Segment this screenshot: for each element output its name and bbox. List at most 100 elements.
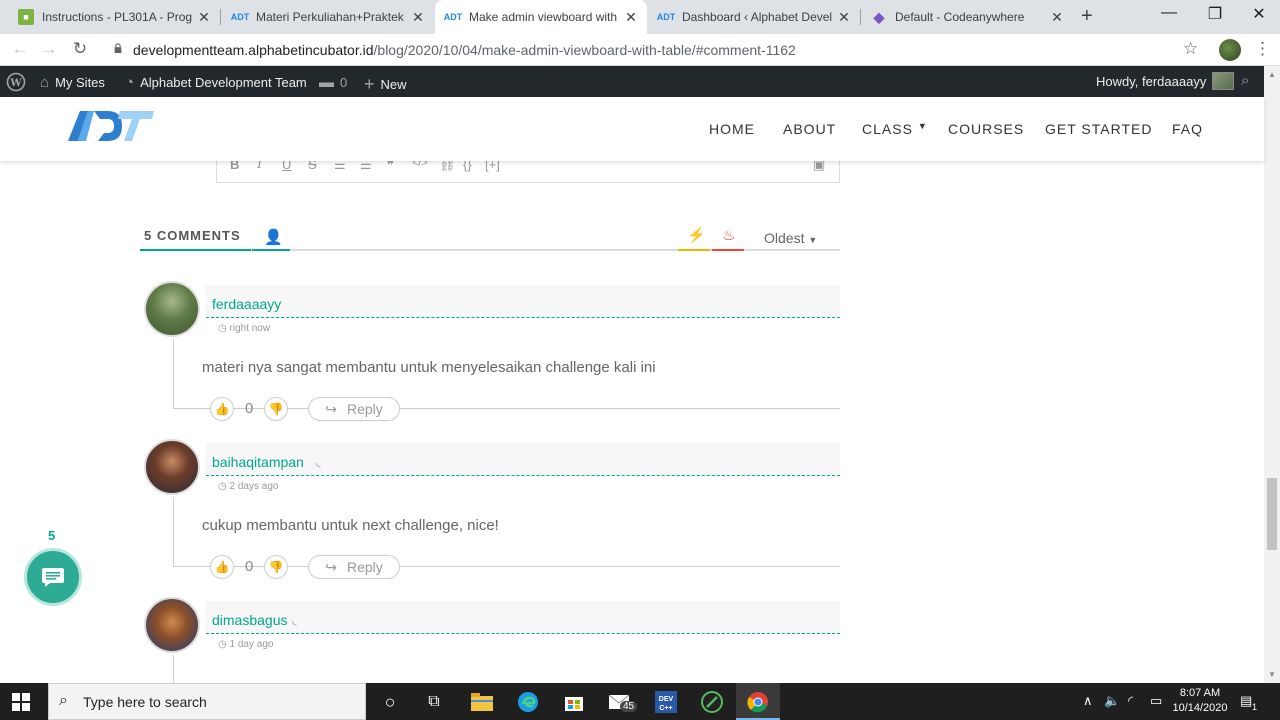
code-block-icon[interactable]: {} xyxy=(463,161,472,172)
thread-line xyxy=(173,339,174,409)
vote-count: 0 xyxy=(245,558,254,575)
tab-title: Dashboard ‹ Alphabet Develop xyxy=(682,10,832,24)
windows-taskbar: ⌕ Type here to search ○ ⧉ 45 DEV C++ ∧ 🔈 … xyxy=(0,683,1280,720)
italic-icon[interactable]: I xyxy=(257,161,262,172)
file-explorer-icon[interactable] xyxy=(470,690,494,714)
ordered-list-icon[interactable]: ☰ xyxy=(334,161,346,173)
close-window-button[interactable]: ✕ xyxy=(1236,4,1280,24)
site-header: HOME ABOUT CLASS ▼ COURSES GET STARTED F… xyxy=(0,97,1264,161)
my-sites-menu[interactable]: ⌂ My Sites xyxy=(40,74,105,91)
thread-line xyxy=(173,497,174,567)
sort-dropdown[interactable]: Oldest ▼ xyxy=(764,230,817,246)
scroll-down-arrow-icon[interactable]: ▼ xyxy=(1268,670,1276,679)
reload-button[interactable]: ↻ xyxy=(69,39,91,59)
comment-item: baihaqitampan ◟ ◷ 2 days ago cukup memba… xyxy=(140,439,840,579)
spoiler-icon[interactable]: [+] xyxy=(485,161,500,172)
thumbs-down-icon[interactable]: 👎 xyxy=(264,555,288,579)
battery-icon[interactable]: ▭ xyxy=(1150,693,1162,709)
browser-menu-icon[interactable]: ⋮ xyxy=(1254,39,1271,59)
comment-item: dimasbagus ◟ ◷ 1 day ago xyxy=(140,597,840,683)
bookmark-star-icon[interactable]: ☆ xyxy=(1183,39,1198,59)
app-icon[interactable] xyxy=(700,690,724,714)
cortana-icon[interactable]: ○ xyxy=(378,690,402,714)
wifi-icon[interactable]: ◜ xyxy=(1128,693,1133,709)
caret-down-icon: ▼ xyxy=(808,235,818,245)
sites-icon: ⌂ xyxy=(40,74,50,91)
code-icon[interactable]: </> xyxy=(412,161,428,169)
comments-count-label: 5 COMMENTS xyxy=(144,228,241,243)
search-icon[interactable]: ⌕ xyxy=(1241,72,1249,89)
site-name-menu[interactable]: ◔ Alphabet Development Team xyxy=(125,74,307,91)
image-upload-icon[interactable]: ▣ xyxy=(813,161,825,173)
thumbs-up-icon[interactable]: 👍 xyxy=(210,397,234,421)
comment-text: cukup membantu untuk next challenge, nic… xyxy=(202,517,499,534)
windows-start-icon[interactable] xyxy=(12,693,30,711)
forward-button[interactable]: → xyxy=(38,39,60,59)
devc-icon[interactable]: DEV C++ xyxy=(654,690,678,714)
volume-icon[interactable]: 🔈 xyxy=(1104,693,1120,709)
subscribe-users-icon[interactable]: 👤 xyxy=(264,228,283,246)
browser-tab-dashboard[interactable]: ADT Dashboard ‹ Alphabet Develop ✕ xyxy=(648,0,860,34)
taskbar-search-input[interactable]: ⌕ Type here to search xyxy=(48,683,366,720)
address-bar[interactable]: developmentteam.alphabetincubator.id/blo… xyxy=(133,42,796,58)
comment-author[interactable]: ferdaaaayy xyxy=(212,296,281,312)
bolt-icon[interactable]: ⚡ xyxy=(687,226,706,244)
browser-tab-active[interactable]: ADT Make admin viewboard with ta ✕ xyxy=(435,0,647,34)
task-view-icon[interactable]: ⧉ xyxy=(422,690,446,714)
close-tab-icon[interactable]: ✕ xyxy=(623,9,639,26)
new-content-menu[interactable]: + New xyxy=(364,74,407,95)
close-tab-icon[interactable]: ✕ xyxy=(410,9,426,26)
page-scrollbar[interactable] xyxy=(1264,66,1280,683)
close-tab-icon[interactable]: ✕ xyxy=(836,9,852,26)
new-tab-button[interactable]: + xyxy=(1081,5,1093,28)
site-logo[interactable] xyxy=(68,109,154,141)
restore-button[interactable]: ❐ xyxy=(1192,4,1238,24)
close-tab-icon[interactable]: ✕ xyxy=(1049,9,1065,26)
bullet-list-icon[interactable]: ☰ xyxy=(360,161,372,173)
reply-button[interactable]: ↪ Reply xyxy=(308,397,400,421)
store-icon[interactable] xyxy=(562,690,586,714)
floating-comments-button[interactable] xyxy=(24,548,82,606)
wordpress-logo-icon[interactable]: W xyxy=(6,72,26,92)
underline-icon[interactable]: U xyxy=(282,161,291,172)
strikethrough-icon[interactable]: S xyxy=(308,161,317,172)
browser-tab-materi[interactable]: ADT Materi Perkuliahan+Praktek PL ✕ xyxy=(222,0,434,34)
comments-menu[interactable]: ▬ 0 xyxy=(319,74,347,91)
chrome-icon[interactable] xyxy=(746,690,770,714)
tray-chevron-icon[interactable]: ∧ xyxy=(1083,693,1093,709)
minimize-button[interactable]: — xyxy=(1146,4,1192,22)
close-tab-icon[interactable]: ✕ xyxy=(196,9,212,26)
comment-time: ◷ 2 days ago xyxy=(218,481,278,492)
blockquote-icon[interactable]: ❞ xyxy=(387,161,394,173)
account-menu[interactable]: Howdy, ferdaaaayy xyxy=(1096,72,1235,90)
nav-class[interactable]: CLASS ▼ xyxy=(862,121,928,137)
back-button[interactable]: ← xyxy=(9,39,31,59)
profile-avatar[interactable] xyxy=(1219,39,1241,61)
scrollbar-thumb[interactable] xyxy=(1267,478,1277,550)
nav-about[interactable]: ABOUT xyxy=(783,121,836,137)
fire-icon[interactable]: ♨ xyxy=(722,226,735,244)
notification-center-icon[interactable]: ▤ xyxy=(1240,693,1252,709)
comment-author[interactable]: baihaqitampan xyxy=(212,454,304,470)
scroll-up-arrow-icon[interactable]: ▲ xyxy=(1268,70,1276,79)
howdy-label: Howdy, ferdaaaayy xyxy=(1096,73,1207,89)
site-name-label: Alphabet Development Team xyxy=(140,75,307,90)
nav-get-started[interactable]: GET STARTED xyxy=(1045,121,1152,137)
browser-tab-instructions[interactable]: ■ Instructions - PL301A - Program ✕ xyxy=(8,0,220,34)
nav-home[interactable]: HOME xyxy=(709,121,755,137)
edge-icon[interactable] xyxy=(516,690,540,714)
link-icon[interactable]: ⛓ xyxy=(439,161,456,173)
comment-author[interactable]: dimasbagus xyxy=(212,612,288,628)
user-avatar xyxy=(1212,72,1235,90)
my-sites-label: My Sites xyxy=(55,75,105,90)
nav-faq[interactable]: FAQ xyxy=(1172,121,1203,137)
system-clock[interactable]: 8:07 AM 10/14/2020 xyxy=(1172,686,1228,716)
browser-tab-codeanywhere[interactable]: ◆ Default - Codeanywhere ✕ xyxy=(861,0,1073,34)
reply-button[interactable]: ↪ Reply xyxy=(308,555,400,579)
bold-icon[interactable]: B xyxy=(230,161,239,172)
nav-courses[interactable]: COURSES xyxy=(948,121,1024,137)
thumbs-down-icon[interactable]: 👎 xyxy=(264,397,288,421)
clock-icon: ◷ xyxy=(218,639,227,650)
thumbs-up-icon[interactable]: 👍 xyxy=(210,555,234,579)
subscribe-tab-underline xyxy=(252,249,290,251)
